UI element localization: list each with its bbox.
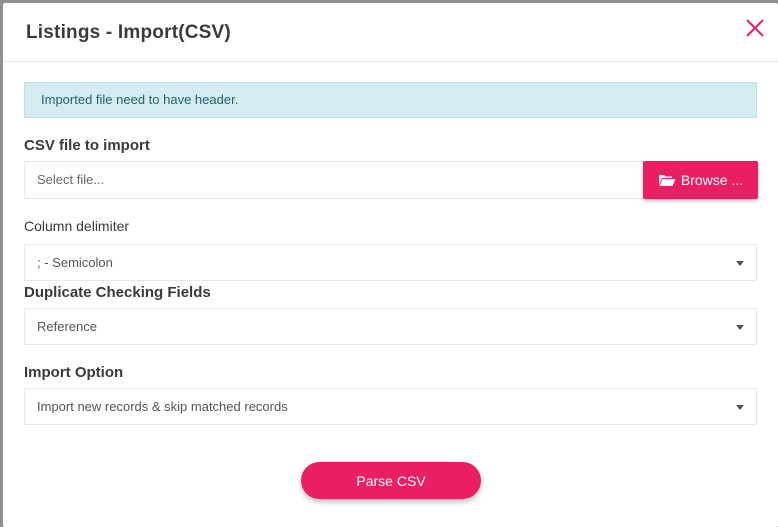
browse-button-label: Browse ... (680, 172, 744, 188)
header-required-alert: Imported file need to have header. (24, 82, 757, 118)
modal-header: Listings - Import(CSV) (3, 3, 778, 62)
browse-button[interactable]: Browse ... (643, 161, 758, 199)
close-icon (746, 19, 764, 37)
csv-file-placeholder: Select file... (37, 172, 105, 187)
duplicate-checking-select[interactable]: Reference (24, 308, 757, 345)
duplicate-checking-value: Reference (37, 319, 97, 334)
csv-file-label: CSV file to import (24, 137, 150, 154)
import-option-label: Import Option (24, 364, 124, 381)
chevron-down-icon (736, 325, 744, 330)
chevron-down-icon (736, 261, 744, 266)
parse-csv-button[interactable]: Parse CSV (301, 462, 481, 499)
duplicate-checking-label: Duplicate Checking Fields (24, 284, 211, 301)
column-delimiter-label: Column delimiter (24, 218, 130, 234)
column-delimiter-select[interactable]: ; - Semicolon (24, 244, 757, 281)
import-option-value: Import new records & skip matched record… (37, 399, 288, 414)
import-csv-modal: Listings - Import(CSV) Imported file nee… (3, 3, 778, 527)
close-button[interactable] (744, 17, 766, 39)
modal-title: Listings - Import(CSV) (26, 22, 231, 43)
chevron-down-icon (736, 405, 744, 410)
column-delimiter-value: ; - Semicolon (37, 255, 113, 270)
import-option-select[interactable]: Import new records & skip matched record… (24, 388, 757, 425)
folder-open-icon (658, 175, 676, 186)
